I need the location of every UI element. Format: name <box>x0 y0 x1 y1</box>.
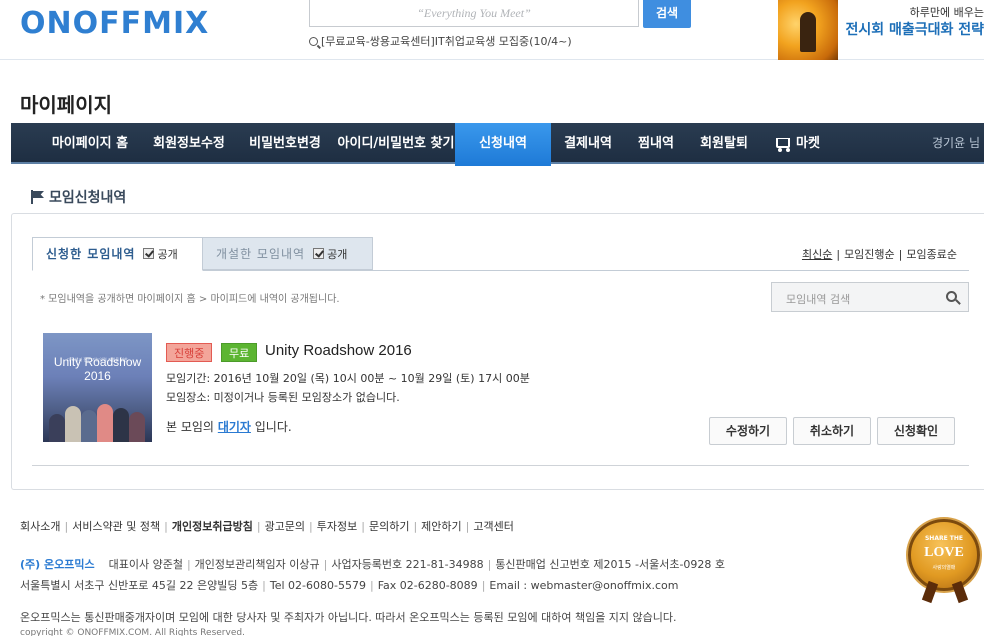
footer-company-name: (주) 온오프믹스 <box>20 558 95 571</box>
search-icon <box>309 37 318 46</box>
nav-item-wishlist[interactable]: 찜내역 <box>625 123 687 164</box>
public-notice: * 모임내역을 공개하면 마이페이지 홈 > 마이피드에 내역이 공개됩니다. <box>40 294 340 305</box>
section-heading: 모임신청내역 <box>31 187 126 207</box>
sort-latest-link[interactable]: 최신순 <box>802 248 832 261</box>
footer-telecom-number: 통신판매업 신고번호 제2015 -서울서초-0928 호 <box>495 558 726 571</box>
nav-market-label: 마켓 <box>796 136 820 151</box>
waitlist-link[interactable]: 대기자 <box>218 420 251 434</box>
footer-fax: Fax 02-6280-8089 <box>377 579 478 592</box>
nav-item-applications[interactable]: 신청내역 <box>455 123 551 166</box>
tab-opened-label: 개설한 모임내역 <box>216 247 306 261</box>
footer-business-number: 사업자등록번호 221-81-34988 <box>331 558 484 571</box>
user-name[interactable]: 경기윤 님 <box>932 123 980 164</box>
section-heading-label: 모임신청내역 <box>49 190 127 206</box>
event-period: 모임기간: 2016년 10월 20일 (목) 10시 00분 ~ 10월 29… <box>166 372 530 385</box>
badge-ribbon <box>921 580 939 604</box>
thumbnail-person <box>97 404 113 442</box>
tab-opened-events[interactable]: 개설한 모임내역 공개 <box>202 237 373 270</box>
footer-link-terms[interactable]: 서비스약관 및 정책 <box>72 520 160 533</box>
nav-item-withdraw[interactable]: 회원탈퇴 <box>687 123 761 164</box>
thumbnail-person <box>49 414 65 442</box>
sort-in-progress-link[interactable]: 모임진행순 <box>844 248 895 261</box>
sort-ended-link[interactable]: 모임종료순 <box>906 248 957 261</box>
footer-tel: Tel 02-6080-5579 <box>269 579 366 592</box>
status-prefix: 본 모임의 <box>166 420 214 434</box>
edit-button[interactable]: 수정하기 <box>709 417 787 445</box>
ad-image <box>778 0 838 60</box>
badge-main-text: LOVE <box>924 545 964 560</box>
status-suffix: 입니다. <box>254 420 292 434</box>
thumbnail-person <box>129 412 145 442</box>
search-icon[interactable] <box>946 291 957 302</box>
event-thumbnail-title: Unity Roadshow 2016 <box>53 355 142 383</box>
event-search-placeholder: 모임내역 검색 <box>786 293 851 306</box>
flag-icon <box>31 190 45 204</box>
event-location: 모임장소: 미정이거나 등록된 모임장소가 없습니다. <box>166 391 400 404</box>
tab-applied-label: 신청한 모임내역 <box>46 247 136 261</box>
search-suggestion-text: [무료교육-쌍용교육센터]IT취업교육생 모집중(10/4~) <box>321 35 572 48</box>
ad-banner[interactable]: 하루만에 배우는 전시회 매출극대화 전략 <box>770 0 984 60</box>
public-label-applied: 공개 <box>157 248 178 261</box>
thumbnail-person <box>81 410 97 442</box>
footer-link-investors[interactable]: 투자정보 <box>317 520 357 533</box>
footer-link-about[interactable]: 회사소개 <box>20 520 60 533</box>
onoffmix-logo[interactable]: ONOFFMIX <box>20 6 209 41</box>
share-the-love-badge[interactable]: SHARE THE LOVE 사랑의열매 <box>908 519 980 604</box>
tab-applied-events[interactable]: 신청한 모임내역 공개 <box>32 237 203 271</box>
footer-link-proposal[interactable]: 제안하기 <box>421 520 461 533</box>
event-thumbnail[interactable]: 대학생과 전문 기능인력 지원을 위한 Unity Roadshow 2016 <box>43 333 152 442</box>
footer-links: 회사소개 | 서비스약관 및 정책 | 개인정보취급방침 | 광고문의 | 투자정보 | 문의하기 |… <box>20 520 514 533</box>
footer-link-privacy[interactable]: 개인정보취급방침 <box>172 520 253 533</box>
nav-item-market[interactable]: 마켓 <box>763 123 833 164</box>
badge-ribbon <box>951 580 969 604</box>
footer-ceo: 대표이사 양준철 <box>108 558 183 571</box>
thumbnail-person <box>113 408 129 442</box>
footer-copyright: copyright © ONOFFMIX.COM. All Rights Res… <box>20 628 245 636</box>
event-search-input[interactable]: 모임내역 검색 <box>771 282 969 312</box>
public-checkbox-opened[interactable] <box>313 248 325 259</box>
search-input[interactable]: “Everything You Meet” <box>309 0 639 27</box>
cart-icon <box>776 138 791 152</box>
search-button[interactable]: 검색 <box>643 0 691 28</box>
footer-company-info: (주) 온오프믹스 대표이사 양준철 | 개인정보관리책임자 이상규 | 사업자등록번호… <box>20 558 726 571</box>
badge-top-text: SHARE THE <box>924 535 963 542</box>
price-badge: 무료 <box>221 343 258 362</box>
nav-item-find-id-password[interactable]: 아이디/비밀번호 찾기 <box>323 123 469 164</box>
event-title-link[interactable]: Unity Roadshow 2016 <box>265 342 412 359</box>
sort-options: 최신순 | 모임진행순 | 모임종료순 <box>801 248 957 261</box>
footer-email: Email : webmaster@onoffmix.com <box>489 579 679 592</box>
search-suggestion-link[interactable]: [무료교육-쌍용교육센터]IT취업교육생 모집중(10/4~) <box>309 33 572 49</box>
main-nav: 마이페이지 홈 회원정보수정 비밀번호변경 아이디/비밀번호 찾기 신청내역 결… <box>11 123 984 166</box>
footer-link-ads[interactable]: 광고문의 <box>265 520 305 533</box>
confirm-application-button[interactable]: 신청확인 <box>877 417 955 445</box>
thumbnail-person <box>65 406 81 442</box>
cancel-application-button[interactable]: 취소하기 <box>793 417 871 445</box>
badge-bottom-text: 사랑의열매 <box>932 565 956 571</box>
ad-text-line1: 하루만에 배우는 <box>909 6 984 19</box>
footer-address: 서울특별시 서초구 신반포로 45길 22 은양빌딩 5층 <box>20 579 259 592</box>
list-divider <box>32 465 969 466</box>
footer-privacy-officer: 개인정보관리책임자 이상규 <box>194 558 320 571</box>
nav-item-payments[interactable]: 결제내역 <box>551 123 625 164</box>
site-header: ONOFFMIX “Everything You Meet” 검색 [무료교육-… <box>0 0 984 60</box>
footer-disclaimer: 온오프믹스는 통신판매중개자이며 모임에 대한 당사자 및 주최자가 아닙니다.… <box>20 611 677 624</box>
page-title: 마이페이지 <box>20 93 112 117</box>
status-badge: 진행중 <box>166 343 213 362</box>
event-application-status: 본 모임의 대기자 입니다. <box>166 418 292 435</box>
footer-address-info: 서울특별시 서초구 신반포로 45길 22 은양빌딩 5층 | Tel 02-608… <box>20 579 679 592</box>
public-label-opened: 공개 <box>327 248 348 261</box>
ad-text-line2: 전시회 매출극대화 전략 <box>845 22 984 38</box>
public-checkbox-applied[interactable] <box>143 248 155 259</box>
footer-link-support[interactable]: 고객센터 <box>473 520 513 533</box>
footer-link-contact[interactable]: 문의하기 <box>369 520 409 533</box>
